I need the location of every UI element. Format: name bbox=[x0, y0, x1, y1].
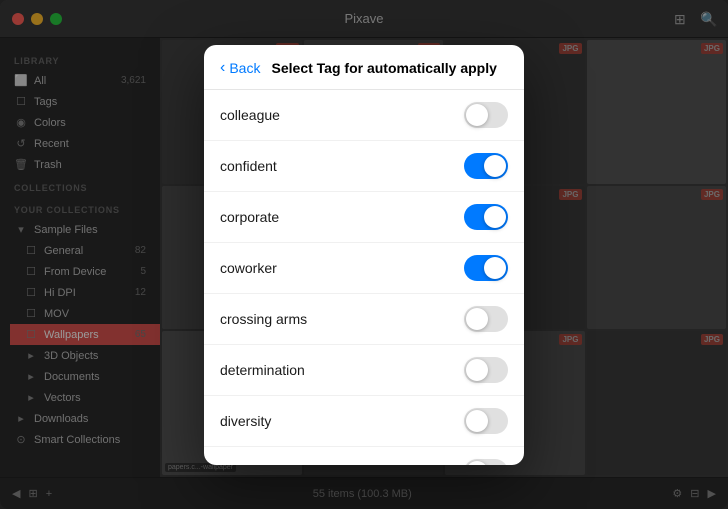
modal-title: Select Tag for automatically apply bbox=[260, 60, 508, 76]
tag-toggle[interactable] bbox=[464, 408, 508, 434]
tag-name-label: colleague bbox=[220, 107, 280, 123]
modal-header: ‹ Back Select Tag for automatically appl… bbox=[204, 45, 524, 90]
toggle-knob bbox=[484, 257, 506, 279]
tag-name-label: diversity bbox=[220, 413, 271, 429]
tag-toggle[interactable] bbox=[464, 459, 508, 465]
toggle-knob bbox=[466, 104, 488, 126]
toggle-knob bbox=[484, 206, 506, 228]
tag-list-item[interactable]: confident bbox=[204, 141, 524, 192]
tag-name-label: coworker bbox=[220, 260, 277, 276]
tag-name-label: confident bbox=[220, 158, 277, 174]
toggle-knob bbox=[466, 461, 488, 465]
tag-list: colleague confident corporate coworker cross… bbox=[204, 90, 524, 465]
tag-name-label: executive bbox=[220, 464, 279, 465]
app-window: Pixave ⊞ 🔍 LIBRARY ⬜ All 3,621 ☐ Tags ◉ … bbox=[0, 0, 728, 509]
back-chevron-icon: ‹ bbox=[220, 59, 225, 77]
tag-list-item[interactable]: crossing arms bbox=[204, 294, 524, 345]
toggle-knob bbox=[466, 308, 488, 330]
tag-toggle[interactable] bbox=[464, 255, 508, 281]
tag-name-label: determination bbox=[220, 362, 305, 378]
tag-toggle[interactable] bbox=[464, 153, 508, 179]
tag-toggle[interactable] bbox=[464, 357, 508, 383]
tag-list-item[interactable]: coworker bbox=[204, 243, 524, 294]
tag-name-label: corporate bbox=[220, 209, 279, 225]
tag-list-item[interactable]: diversity bbox=[204, 396, 524, 447]
toggle-knob bbox=[466, 410, 488, 432]
tag-selection-modal: ‹ Back Select Tag for automatically appl… bbox=[204, 45, 524, 465]
modal-overlay: ‹ Back Select Tag for automatically appl… bbox=[0, 0, 728, 509]
tag-toggle[interactable] bbox=[464, 204, 508, 230]
toggle-knob bbox=[484, 155, 506, 177]
back-label: Back bbox=[229, 60, 260, 76]
tag-list-item[interactable]: colleague bbox=[204, 90, 524, 141]
tag-name-label: crossing arms bbox=[220, 311, 307, 327]
toggle-knob bbox=[466, 359, 488, 381]
tag-list-item[interactable]: corporate bbox=[204, 192, 524, 243]
back-button[interactable]: ‹ Back bbox=[220, 59, 260, 77]
tag-list-item[interactable]: determination bbox=[204, 345, 524, 396]
tag-toggle[interactable] bbox=[464, 102, 508, 128]
tag-list-item[interactable]: executive bbox=[204, 447, 524, 465]
tag-toggle[interactable] bbox=[464, 306, 508, 332]
